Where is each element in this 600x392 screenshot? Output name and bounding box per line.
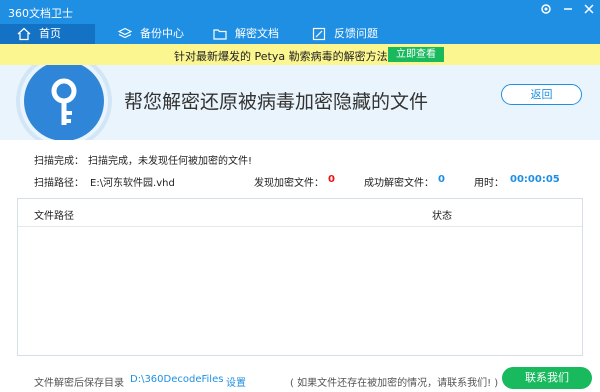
settings-link[interactable]: 设置 <box>226 374 246 389</box>
tab-label: 反馈问题 <box>334 27 378 40</box>
title-bar: 360文档卫士 <box>0 0 600 24</box>
footer-hint: ( 如果文件还存在被加密的情况，请联系我们! ) <box>290 378 499 389</box>
banner-message: 针对最新爆发的 Petya 勒索病毒的解密方法 <box>174 50 388 63</box>
back-button[interactable]: 返回 <box>501 84 582 105</box>
tab-label: 首页 <box>39 27 61 40</box>
key-logo-icon <box>24 65 104 140</box>
tab-label: 解密文档 <box>235 27 279 40</box>
table-body[interactable] <box>18 227 582 355</box>
elapsed-time-label: 用时： <box>474 178 504 189</box>
folder-icon <box>213 27 227 41</box>
found-files-count: 0 <box>328 174 335 185</box>
contact-us-button[interactable]: 联系我们 <box>502 367 592 389</box>
home-icon <box>17 27 31 41</box>
layers-icon <box>117 27 133 41</box>
close-icon[interactable] <box>580 3 598 21</box>
save-dir-label: 文件解密后保存目录 <box>34 378 124 389</box>
scan-path-label: 扫描路径： <box>34 178 84 189</box>
page-headline: 帮您解密还原被病毒加密隐藏的文件 <box>124 91 429 113</box>
view-now-button[interactable]: 立即查看 <box>388 47 444 62</box>
tab-home[interactable]: 首页 <box>0 24 95 44</box>
footer-bar: 文件解密后保存目录 D:\360DecodeFiles 设置 ( 如果文件还存在… <box>0 366 600 392</box>
window-title: 360文档卫士 <box>8 7 73 20</box>
save-dir-link[interactable]: D:\360DecodeFiles <box>130 374 223 385</box>
scan-status-value: 扫描完成，未发现任何被加密的文件! <box>88 156 253 167</box>
tab-backup-center[interactable]: 备份中心 <box>117 24 184 44</box>
column-header-status: 状态 <box>432 211 452 222</box>
results-table: 文件路径 状态 <box>17 198 583 356</box>
decrypted-files-label: 成功解密文件： <box>364 178 434 189</box>
tab-feedback[interactable]: 反馈问题 <box>312 24 378 44</box>
elapsed-time-value: 00:00:05 <box>510 174 560 185</box>
notice-banner: 针对最新爆发的 Petya 勒索病毒的解密方法 立即查看 <box>0 44 600 65</box>
scan-status-label: 扫描完成： <box>34 156 84 167</box>
minimize-icon[interactable] <box>559 3 577 21</box>
found-files-label: 发现加密文件： <box>254 178 324 189</box>
scan-path-value: E:\河东软件园.vhd <box>90 178 175 189</box>
feedback-icon <box>312 27 326 41</box>
tab-label: 备份中心 <box>140 27 184 40</box>
settings-gear-icon[interactable] <box>537 3 555 21</box>
decrypted-files-count: 0 <box>438 174 445 185</box>
tab-decrypt-docs[interactable]: 解密文档 <box>213 24 279 44</box>
nav-bar: 首页 备份中心 解密文档 反馈问题 <box>0 24 600 44</box>
table-header: 文件路径 状态 <box>18 199 582 227</box>
column-header-file-path: 文件路径 <box>34 211 74 222</box>
hero-panel: 帮您解密还原被病毒加密隐藏的文件 返回 <box>0 65 600 140</box>
